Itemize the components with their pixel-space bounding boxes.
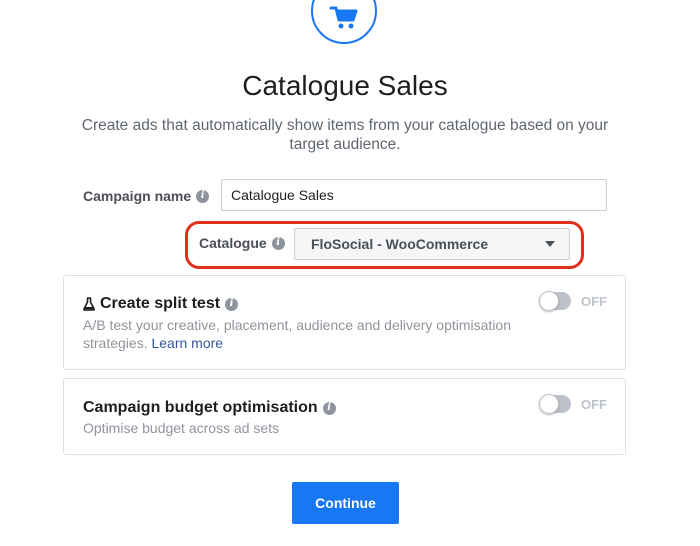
catalogue-selected-value: FloSocial - WooCommerce — [311, 236, 489, 252]
toggle-knob — [539, 394, 559, 414]
toggle-state-label: OFF — [581, 293, 607, 309]
split-test-description-text: A/B test your creative, placement, audie… — [83, 317, 512, 351]
caret-down-icon — [545, 241, 555, 247]
catalogue-dropdown[interactable]: FloSocial - WooCommerce — [294, 228, 570, 260]
split-test-toggle[interactable]: OFF — [539, 291, 607, 311]
budget-optimisation-card: Campaign budget optimisation i Optimise … — [63, 378, 626, 455]
toggle-state-label: OFF — [581, 396, 607, 412]
split-test-description: A/B test your creative, placement, audie… — [83, 316, 523, 352]
shopping-cart-icon — [329, 6, 358, 29]
toggle-switch[interactable] — [539, 394, 571, 414]
campaign-name-input[interactable] — [221, 179, 607, 211]
catalogue-sales-badge — [311, 0, 377, 44]
info-icon[interactable]: i — [196, 189, 210, 203]
split-test-card: Create split test i A/B test your creati… — [63, 275, 626, 370]
page-title: Catalogue Sales — [242, 70, 448, 101]
split-test-title: Create split test — [100, 295, 221, 312]
budget-toggle[interactable]: OFF — [539, 394, 607, 414]
continue-button[interactable]: Continue — [292, 482, 399, 524]
learn-more-link[interactable]: Learn more — [151, 335, 223, 351]
toggle-switch[interactable] — [539, 291, 571, 311]
budget-title-row: Campaign budget optimisation i — [83, 399, 336, 417]
split-test-title-row: Create split test i — [83, 295, 239, 313]
flask-icon — [83, 297, 95, 311]
campaign-name-label: Campaign name — [83, 188, 192, 204]
toggle-knob — [539, 291, 559, 311]
page-subtitle: Create ads that automatically show items… — [81, 117, 609, 153]
info-icon[interactable]: i — [322, 401, 336, 415]
info-icon[interactable]: i — [225, 297, 239, 311]
catalogue-label-row: Catalogue i — [199, 235, 285, 251]
campaign-name-label-row: Campaign name i — [83, 188, 210, 204]
budget-title: Campaign budget optimisation — [83, 399, 318, 416]
info-icon[interactable]: i — [271, 236, 285, 250]
catalogue-label: Catalogue — [199, 235, 267, 251]
budget-description: Optimise budget across ad sets — [83, 420, 280, 436]
